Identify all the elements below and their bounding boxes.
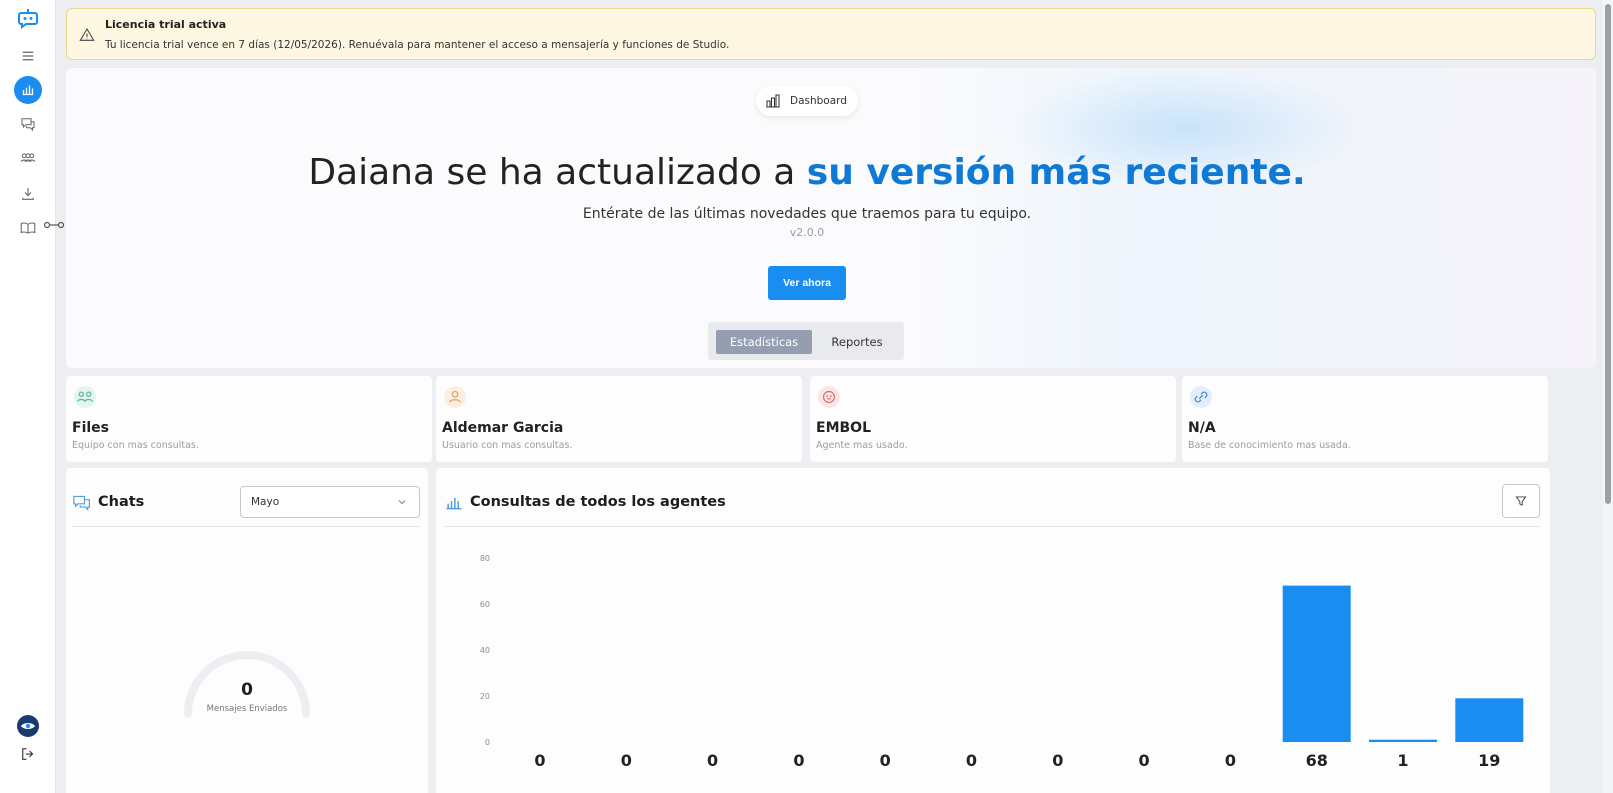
stat-desc: Agente mas usado. [816, 440, 908, 451]
banner-text: Tu licencia trial vence en 7 días (12/05… [105, 39, 730, 51]
trial-license-banner: Licencia trial activa Tu licencia trial … [66, 8, 1596, 60]
chats-panel: Chats Mayo 0 Mensajes Enviados [66, 468, 428, 793]
bar-value-label: 0 [793, 751, 804, 770]
agent-icon [818, 386, 840, 408]
y-tick-label: 20 [480, 692, 490, 701]
consultas-panel: Consultas de todos los agentes 0 20 40 60 80… [436, 468, 1550, 793]
bar-value-label: 0 [966, 751, 977, 770]
month-select[interactable]: Mayo [240, 486, 420, 518]
bar-value-label: 0 [621, 751, 632, 770]
month-select-value: Mayo [251, 496, 280, 508]
tab-estadisticas[interactable]: Estadísticas [716, 330, 812, 354]
bar-chart-icon [766, 94, 780, 108]
stat-card-knowledge: N/A Base de conocimiento mas usada. [1182, 376, 1548, 462]
avatar-eye-icon[interactable] [14, 712, 42, 740]
chats-title: Chats [98, 494, 145, 510]
team-icon [74, 386, 96, 408]
logout-icon[interactable] [14, 740, 42, 768]
stat-desc: Base de conocimiento mas usada. [1188, 440, 1351, 451]
bar-value-label: 0 [1139, 751, 1150, 770]
hero-section: Dashboard Daiana se ha actualizado a su … [66, 68, 1596, 368]
stat-title: Files [72, 420, 109, 436]
hero-title: Daiana se ha actualizado a su versión má… [66, 152, 1548, 193]
ver-ahora-button[interactable]: Ver ahora [768, 266, 846, 300]
y-tick-label: 40 [480, 646, 490, 655]
users-icon[interactable] [14, 144, 42, 172]
bar-value-label: 68 [1306, 751, 1328, 770]
hero-title-highlight: su versión más reciente. [806, 152, 1306, 193]
version-label: v2.0.0 [789, 226, 825, 239]
bar-value-label: 0 [1225, 751, 1236, 770]
dashboard-pill-label: Dashboard [790, 95, 847, 107]
bar-value-label: 0 [707, 751, 718, 770]
bar-value-label: 1 [1397, 751, 1408, 770]
chat-bubbles-icon [73, 495, 90, 511]
y-tick-label: 80 [480, 554, 490, 563]
sidebar [0, 0, 56, 793]
book-icon[interactable] [14, 214, 42, 242]
stat-desc: Equipo con mas consultas. [72, 440, 199, 451]
stat-card-team: Files Equipo con mas consultas. [66, 376, 432, 462]
page-scrollbar[interactable] [1603, 0, 1613, 793]
banner-title: Licencia trial activa [105, 18, 227, 31]
menu-icon[interactable] [14, 42, 42, 70]
y-tick-label: 60 [480, 600, 490, 609]
consultas-bar-chart: 0 20 40 60 80 0 0 0 0 0 0 0 0 0 68 1 19 [480, 554, 1524, 770]
stat-title: Aldemar Garcia [442, 420, 564, 436]
chevron-down-icon [398, 500, 406, 505]
bar-value-label: 0 [534, 751, 545, 770]
y-tick-label: 0 [485, 738, 490, 747]
scrollbar-thumb[interactable] [1605, 4, 1611, 504]
stat-card-agent: EMBOL Agente mas usado. [810, 376, 1176, 462]
bar-value-label: 0 [880, 751, 891, 770]
hero-subtitle: Entérate de las últimas novedades que tr… [582, 206, 1032, 222]
stat-card-user: Aldemar Garcia Usuario con mas consultas… [436, 376, 802, 462]
dashboard-chart-icon[interactable] [14, 76, 42, 104]
bot-logo-icon[interactable] [14, 4, 42, 32]
sidebar-resize-handle-icon[interactable] [43, 216, 65, 229]
gauge-label: Mensajes Enviados [206, 704, 288, 714]
link-icon [1190, 386, 1212, 408]
gauge-value: 0 [241, 680, 253, 700]
stat-title: N/A [1188, 420, 1216, 436]
chart-bar[interactable] [1455, 698, 1524, 742]
chart-bar[interactable] [1282, 585, 1351, 742]
chart-bar[interactable] [1369, 739, 1437, 742]
chat-icon[interactable] [14, 110, 42, 138]
stat-title: EMBOL [816, 420, 871, 436]
panel-divider [72, 526, 420, 527]
download-icon[interactable] [14, 180, 42, 208]
view-tabs: Estadísticas Reportes [708, 322, 904, 360]
tab-reportes[interactable]: Reportes [816, 330, 898, 354]
hero-title-prefix: Daiana se ha actualizado a [308, 152, 807, 193]
warning-icon [79, 27, 95, 41]
user-icon [444, 386, 466, 408]
dashboard-pill: Dashboard [756, 86, 858, 116]
stat-desc: Usuario con mas consultas. [442, 440, 573, 451]
bar-value-label: 19 [1478, 751, 1500, 770]
bar-value-label: 0 [1052, 751, 1063, 770]
